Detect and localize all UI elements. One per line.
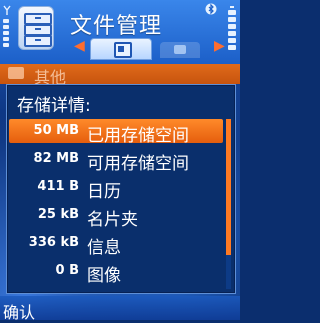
confirm-softkey[interactable]: 确认 (3, 299, 35, 323)
storage-label: 名片夹 (87, 210, 138, 230)
storage-row-images[interactable]: 0 B 图像 (9, 259, 223, 286)
dialog-title: 存储详情: (17, 96, 91, 116)
storage-label: 可用存储空间 (87, 154, 189, 174)
tab-right-arrow-icon[interactable]: ▶ (214, 38, 225, 54)
memory-card-icon (174, 45, 186, 54)
tab-phone-memory[interactable] (90, 38, 152, 60)
storage-row-contacts[interactable]: 25 kB 名片夹 (9, 203, 223, 230)
storage-size: 82 MB (33, 151, 79, 166)
storage-label: 图像 (87, 266, 121, 286)
storage-row-used[interactable]: 50 MB 已用存储空间 (9, 119, 223, 146)
storage-list: 50 MB 已用存储空间 82 MB 可用存储空间 411 B 日历 25 kB… (9, 119, 223, 289)
storage-size: 411 B (37, 179, 79, 194)
storage-label: 已用存储空间 (87, 126, 189, 146)
storage-label: 日历 (87, 182, 121, 202)
scrollbar-thumb[interactable] (226, 119, 231, 255)
scrollbar[interactable] (226, 119, 231, 289)
storage-size: 336 kB (28, 235, 79, 250)
storage-row-messages[interactable]: 336 kB 信息 (9, 231, 223, 258)
storage-label: 信息 (87, 238, 121, 258)
title-bar: 文件管理 ◀ ▶ (0, 0, 240, 64)
bluetooth-icon (205, 3, 217, 15)
storage-size: 0 B (55, 263, 79, 278)
tab-memory-card[interactable] (160, 42, 200, 58)
storage-details-dialog: 存储详情: 50 MB 已用存储空间 82 MB 可用存储空间 411 B 日历… (6, 84, 236, 294)
tab-strip (0, 36, 240, 60)
storage-row-free[interactable]: 82 MB 可用存储空间 (9, 147, 223, 174)
phone-memory-icon (114, 42, 132, 58)
storage-size: 25 kB (37, 207, 79, 222)
list-item: 其他 (0, 64, 240, 87)
folder-icon (8, 67, 24, 79)
tab-left-arrow-icon[interactable]: ◀ (74, 38, 85, 54)
storage-row-calendar[interactable]: 411 B 日历 (9, 175, 223, 202)
softkey-bar: 确认 (0, 296, 240, 323)
storage-size: 50 MB (33, 123, 79, 138)
